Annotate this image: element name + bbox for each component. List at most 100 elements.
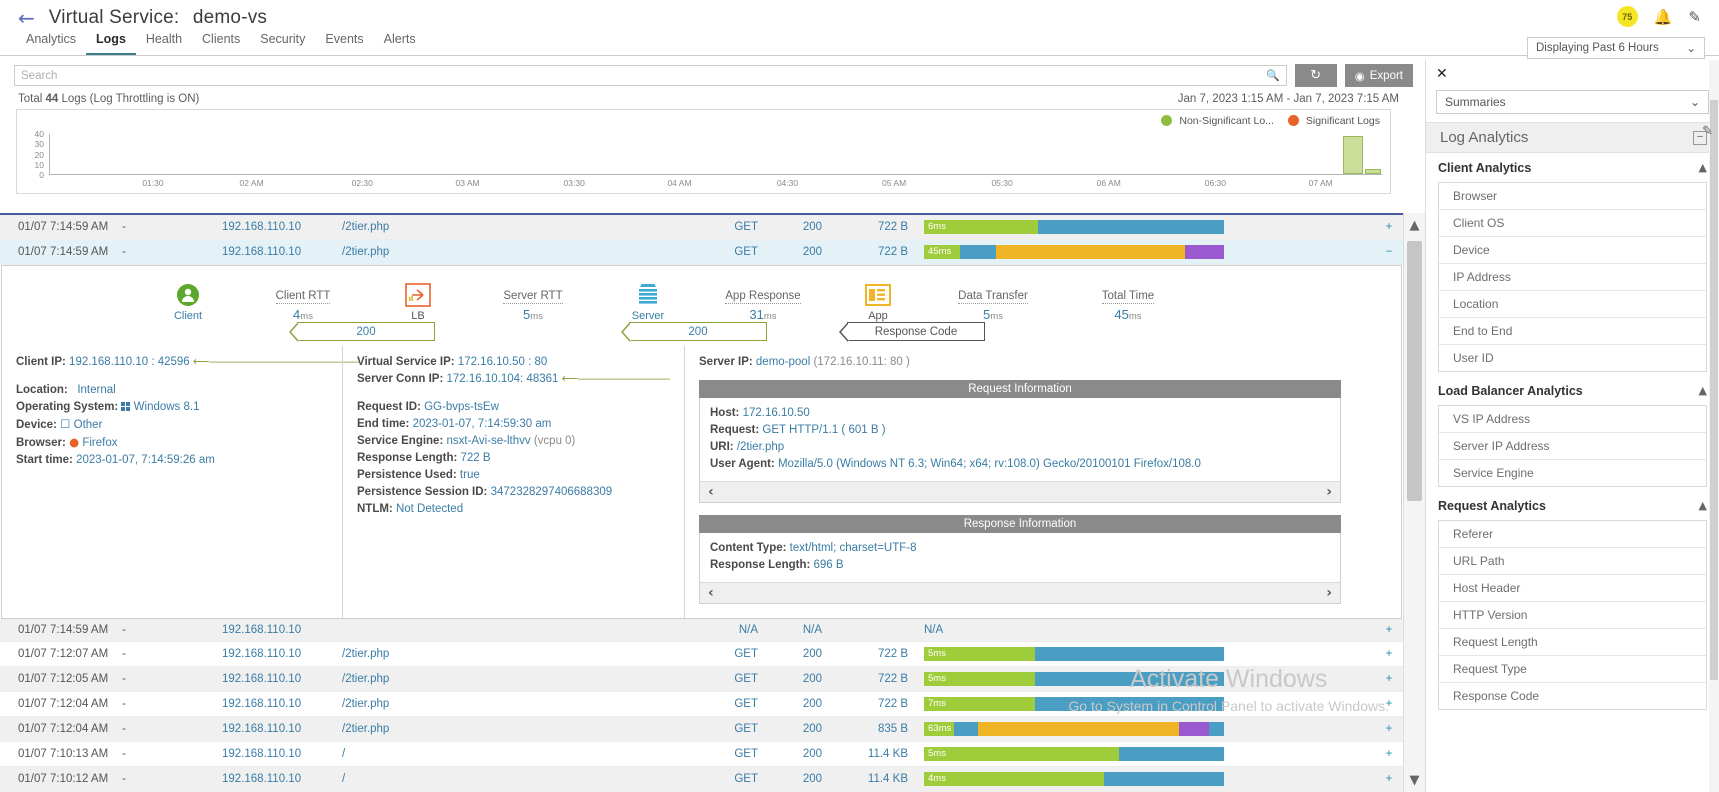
sidebar-scrollbar-thumb[interactable] (1710, 100, 1718, 680)
latency-seg-server (1035, 672, 1224, 686)
tab-health[interactable]: Health (136, 32, 192, 55)
row-expand-toggle[interactable]: + (1375, 667, 1403, 692)
option-browser[interactable]: Browser (1439, 183, 1706, 210)
option-server-ip-address[interactable]: Server IP Address (1439, 433, 1706, 460)
log-user: - (122, 221, 126, 233)
chevron-up-icon[interactable]: ▲ (1699, 499, 1707, 512)
log-client-ip[interactable]: 192.168.110.10 (218, 667, 338, 692)
server-ip-value[interactable]: demo-pool (756, 356, 810, 368)
option-ip-address[interactable]: IP Address (1439, 264, 1706, 291)
option-request-type[interactable]: Request Type (1439, 656, 1706, 683)
table-row[interactable]: 01/07 7:10:12 AM - 192.168.110.10 / GET … (0, 766, 1403, 792)
log-client-ip[interactable]: 192.168.110.10 (218, 717, 338, 742)
group-header-client-analytics[interactable]: Client Analytics ▲ (1426, 153, 1719, 180)
option-service-engine[interactable]: Service Engine (1439, 460, 1706, 486)
scroll-up-icon[interactable]: ▲ (1404, 213, 1425, 237)
tab-alerts[interactable]: Alerts (374, 32, 426, 55)
log-uri[interactable]: /2tier.php (338, 240, 718, 265)
option-location[interactable]: Location (1439, 291, 1706, 318)
option-client-os[interactable]: Client OS (1439, 210, 1706, 237)
table-row[interactable]: 01/07 7:12:04 AM - 192.168.110.10 /2tier… (0, 716, 1403, 742)
table-row[interactable]: 01/07 7:12:07 AM - 192.168.110.10 /2tier… (0, 642, 1403, 667)
row-expand-toggle[interactable]: + (1375, 767, 1403, 792)
option-http-version[interactable]: HTTP Version (1439, 602, 1706, 629)
scroll-down-icon[interactable]: ▼ (1404, 768, 1425, 792)
legend-item-non-significant[interactable]: Non-Significant Lo... (1161, 115, 1274, 127)
log-uri[interactable]: /2tier.php (338, 667, 718, 692)
log-uri[interactable]: / (338, 767, 718, 792)
prev-arrow-icon[interactable]: ‹ (708, 585, 714, 601)
log-uri[interactable]: /2tier.php (338, 215, 718, 240)
alert-count-badge[interactable]: 75 (1616, 6, 1638, 27)
refresh-button[interactable]: ↻ (1294, 64, 1337, 87)
export-button[interactable]: ◉ Export (1344, 64, 1413, 87)
row-expand-toggle[interactable]: + (1375, 642, 1403, 667)
table-row[interactable]: 01/07 7:12:05 AM - 192.168.110.10 /2tier… (0, 666, 1403, 692)
summaries-select[interactable]: Summaries ⌄ (1436, 90, 1709, 114)
row-expand-toggle[interactable]: + (1375, 717, 1403, 742)
table-row[interactable]: 01/07 7:14:59 AM - 192.168.110.10 N/A N/… (0, 619, 1403, 642)
row-expand-toggle[interactable]: − (1375, 240, 1403, 265)
log-client-ip[interactable]: 192.168.110.10 (218, 692, 338, 717)
log-uri[interactable] (338, 619, 718, 642)
option-vs-ip-address[interactable]: VS IP Address (1439, 406, 1706, 433)
next-arrow-icon[interactable]: › (1326, 585, 1332, 601)
time-range-select[interactable]: Displaying Past 6 Hours ⌄ (1527, 37, 1705, 59)
row-expand-toggle[interactable]: + (1375, 742, 1403, 767)
log-uri[interactable]: /2tier.php (338, 717, 718, 742)
option-user-id[interactable]: User ID (1439, 345, 1706, 371)
scrollbar-thumb[interactable] (1407, 241, 1422, 501)
row-expand-toggle[interactable]: + (1375, 215, 1403, 240)
row-expand-toggle[interactable]: + (1375, 692, 1403, 717)
option-request-length[interactable]: Request Length (1439, 629, 1706, 656)
sidebar-scrollbar[interactable] (1709, 60, 1719, 792)
tab-events[interactable]: Events (315, 32, 373, 55)
tab-analytics[interactable]: Analytics (16, 32, 86, 55)
table-row[interactable]: 01/07 7:12:04 AM - 192.168.110.10 /2tier… (0, 692, 1403, 717)
close-icon[interactable]: ✕ (1426, 60, 1719, 84)
option-end-to-end[interactable]: End to End (1439, 318, 1706, 345)
chevron-up-icon[interactable]: ▲ (1699, 161, 1707, 174)
row-expand-toggle[interactable]: + (1375, 619, 1403, 642)
group-header-load-balancer-analytics[interactable]: Load Balancer Analytics ▲ (1426, 376, 1719, 403)
chart-bar-non-significant-2[interactable] (1364, 169, 1381, 174)
tab-security[interactable]: Security (250, 32, 315, 55)
option-response-code[interactable]: Response Code (1439, 683, 1706, 709)
log-uri[interactable]: / (338, 742, 718, 767)
log-client-ip[interactable]: 192.168.110.10 (218, 742, 338, 767)
option-url-path[interactable]: URL Path (1439, 548, 1706, 575)
client-ip-label: Client IP: (16, 356, 66, 368)
log-client-ip[interactable]: 192.168.110.10 (218, 619, 338, 642)
log-client-ip[interactable]: 192.168.110.10 (218, 240, 338, 265)
search-icon[interactable]: 🔍 (1266, 69, 1280, 82)
logs-timeline-chart[interactable]: Non-Significant Lo... Significant Logs 4… (16, 109, 1391, 194)
log-client-ip[interactable]: 192.168.110.10 (218, 642, 338, 667)
option-referer[interactable]: Referer (1439, 521, 1706, 548)
log-uri[interactable]: /2tier.php (338, 692, 718, 717)
chevron-up-icon[interactable]: ▲ (1699, 384, 1707, 397)
chart-bar-non-significant-1[interactable] (1343, 136, 1364, 174)
search-input[interactable]: Search 🔍 (14, 65, 1287, 86)
tab-logs[interactable]: Logs (86, 32, 136, 55)
logs-vertical-scrollbar[interactable]: ▲ ▼ (1403, 213, 1425, 792)
legend-item-significant[interactable]: Significant Logs (1287, 115, 1380, 127)
group-header-request-analytics[interactable]: Request Analytics ▲ (1426, 491, 1719, 518)
bell-icon[interactable]: 🔔 (1654, 8, 1673, 26)
prev-arrow-icon[interactable]: ‹ (708, 484, 714, 500)
y-tick-0: 0 (39, 170, 44, 180)
table-row[interactable]: 01/07 7:14:59 AM - 192.168.110.10 /2tier… (0, 239, 1403, 265)
pencil-icon[interactable]: ✎ (1702, 124, 1713, 139)
option-host-header[interactable]: Host Header (1439, 575, 1706, 602)
table-row[interactable]: 01/07 7:14:59 AM - 192.168.110.10 /2tier… (0, 215, 1403, 240)
table-row[interactable]: 01/07 7:10:13 AM - 192.168.110.10 / GET … (0, 742, 1403, 767)
pencil-icon[interactable]: ✎ (1688, 8, 1701, 26)
next-arrow-icon[interactable]: › (1326, 484, 1332, 500)
flow-node-lb: LB (378, 282, 458, 322)
uri-value: /2tier.php (736, 441, 785, 453)
tab-clients[interactable]: Clients (192, 32, 250, 55)
log-client-ip[interactable]: 192.168.110.10 (218, 767, 338, 792)
log-uri[interactable]: /2tier.php (338, 642, 718, 667)
option-device[interactable]: Device (1439, 237, 1706, 264)
back-arrow-icon[interactable]: ← (18, 8, 35, 28)
log-client-ip[interactable]: 192.168.110.10 (218, 215, 338, 240)
